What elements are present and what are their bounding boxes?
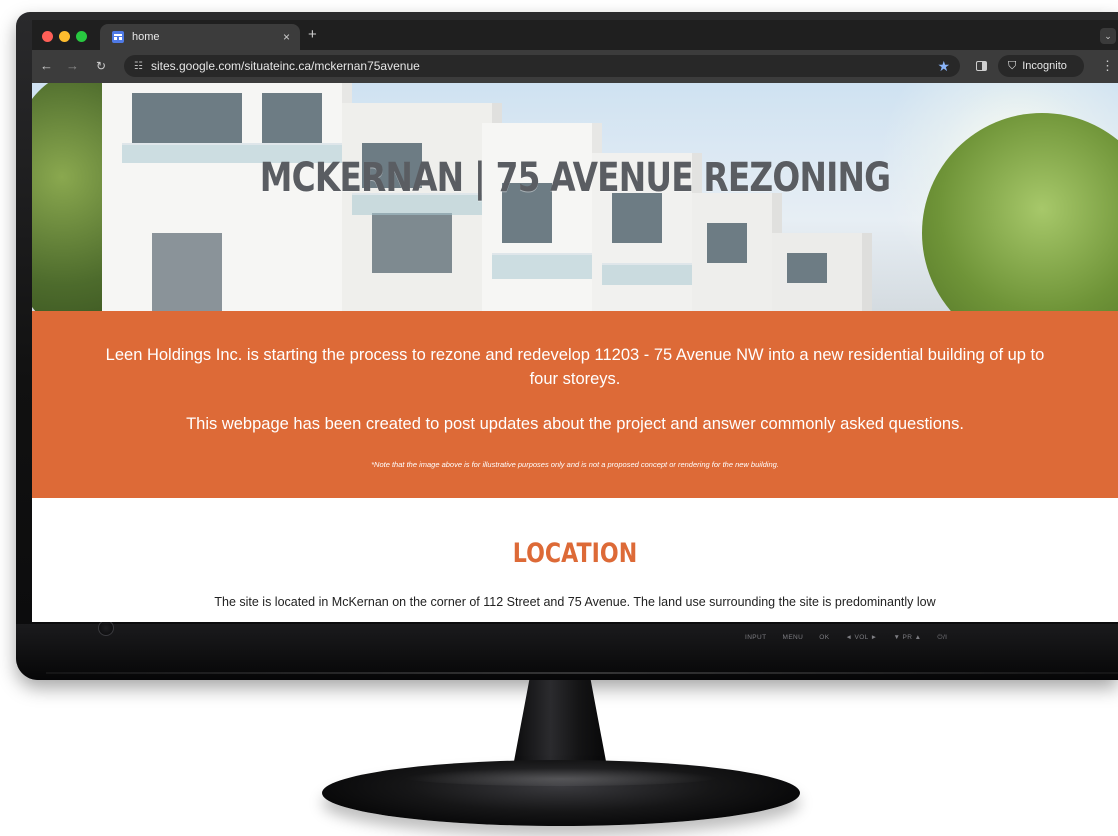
power-button (98, 620, 114, 636)
monitor-control-label: OK (819, 634, 830, 641)
kebab-menu-icon[interactable]: ⋮ (1101, 58, 1114, 74)
monitor-control-label: INPUT (745, 634, 767, 641)
tab-bar: home × + ⌄ (32, 20, 1118, 50)
close-window-button[interactable] (42, 31, 53, 42)
new-tab-button[interactable]: + (308, 26, 317, 43)
building-right-1 (482, 123, 602, 311)
incognito-label: Incognito (1022, 60, 1067, 72)
purpose-paragraph: This webpage has been created to post up… (186, 415, 964, 433)
hero-banner: MCKERNAN | 75 AVENUE REZONING (32, 83, 1118, 311)
monitor-control-label: MENU (782, 634, 804, 641)
tab-search-button[interactable]: ⌄ (1100, 28, 1116, 44)
arrow-left-icon[interactable]: ← (40, 58, 53, 73)
browser-toolbar: ← → ↻ ☷ sites.google.com/situateinc.ca/m… (32, 50, 1118, 83)
incognito-icon: ⛉ (1008, 59, 1017, 72)
incognito-button[interactable]: ⛉ Incognito (998, 55, 1084, 77)
reload-icon[interactable]: ↻ (96, 59, 106, 73)
monitor-controls: INPUT MENU OK ◄ VOL ► ▼ PR ▲ ⏻/I (745, 634, 947, 642)
tab-title: home (132, 31, 160, 43)
side-panel-icon[interactable] (976, 61, 987, 71)
building-center (342, 103, 502, 311)
monitor-control-label: ⏻/I (937, 634, 948, 641)
tab-home[interactable]: home × (100, 24, 300, 50)
monitor-control-label: ▼ PR ▲ (893, 634, 922, 641)
close-tab-icon[interactable]: × (283, 30, 290, 44)
building-right-3 (692, 193, 782, 311)
intro-paragraph: Leen Holdings Inc. is starting the proce… (105, 346, 1045, 388)
google-sites-icon (112, 31, 124, 43)
monitor-control-label: ◄ VOL ► (845, 634, 878, 641)
arrow-right-icon[interactable]: → (66, 58, 79, 73)
intro-banner: Leen Holdings Inc. is starting the proce… (32, 311, 1118, 498)
maximize-window-button[interactable] (76, 31, 87, 42)
image-disclaimer: *Note that the image above is for illust… (371, 460, 779, 469)
address-bar[interactable]: ☷ sites.google.com/situateinc.ca/mckerna… (124, 55, 960, 77)
monitor-chin (16, 624, 1118, 680)
url-text[interactable]: sites.google.com/situateinc.ca/mckernan7… (151, 59, 937, 73)
monitor-stand-base (322, 760, 800, 826)
monitor-stand-neck (512, 680, 608, 772)
screen: home × + ⌄ ← → ↻ ☷ sites.google.com/situ… (32, 20, 1118, 622)
tune-icon[interactable]: ☷ (134, 61, 143, 72)
location-text: The site is located in McKernan on the c… (214, 595, 936, 609)
location-heading: LOCATION (512, 538, 638, 569)
building-right-4 (772, 233, 872, 311)
star-icon[interactable]: ★ (937, 58, 950, 75)
page-title: MCKERNAN | 75 AVENUE REZONING (259, 155, 891, 201)
page-content: MCKERNAN | 75 AVENUE REZONING Leen Holdi… (32, 83, 1118, 622)
minimize-window-button[interactable] (59, 31, 70, 42)
